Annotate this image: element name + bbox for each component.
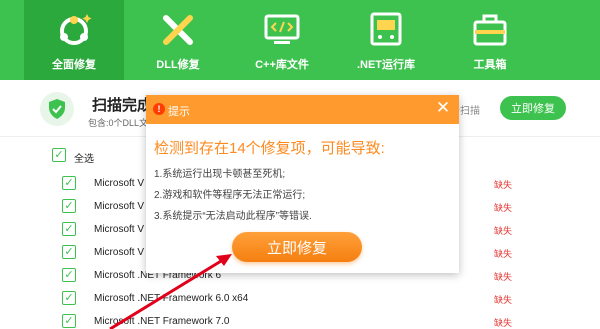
item-checkbox[interactable]: ✓ bbox=[62, 222, 76, 236]
close-icon[interactable]: ✕ bbox=[435, 99, 451, 116]
select-all-checkbox[interactable]: ✓ bbox=[52, 148, 66, 162]
item-checkbox[interactable]: ✓ bbox=[62, 199, 76, 213]
list-item[interactable]: ✓ Microsoft .NET Framework 6.0 x64 缺失 bbox=[0, 287, 600, 311]
dialog-header: ! 提示 ✕ bbox=[146, 95, 459, 124]
item-status: 缺失 bbox=[494, 203, 513, 213]
dialog-reason: 3.系统提示“无法启动此程序”等错误. bbox=[154, 211, 312, 222]
tab-label: .NET运行库 bbox=[356, 59, 416, 71]
warning-icon: ! bbox=[153, 103, 165, 115]
dotnet-runtime-icon bbox=[366, 10, 406, 50]
dialog-reason: 2.游戏和软件等程序无法正常运行; bbox=[154, 190, 306, 201]
item-name: Microsoft V bbox=[94, 247, 145, 258]
item-status: 缺失 bbox=[494, 180, 513, 190]
dialog-headline: 检测到存在14个修复项，可能导致: bbox=[154, 140, 385, 157]
fix-now-button-top[interactable]: 立即修复 bbox=[500, 96, 566, 120]
item-checkbox[interactable]: ✓ bbox=[62, 245, 76, 259]
top-nav-bar: 全面修复 DLL修复 C++库文件 .NET运行库 工具箱 bbox=[0, 0, 600, 80]
item-name: Microsoft V bbox=[94, 178, 145, 189]
repair-prompt-dialog: ! 提示 ✕ 检测到存在14个修复项，可能导致: 1.系统运行出现卡顿甚至死机;… bbox=[146, 95, 459, 273]
tab-dll-repair[interactable]: DLL修复 bbox=[128, 0, 228, 80]
scan-status-title: 扫描完成 bbox=[92, 97, 153, 114]
tab-full-repair[interactable]: 全面修复 bbox=[24, 0, 124, 80]
item-status: 缺失 bbox=[494, 272, 513, 282]
dialog-reason: 1.系统运行出现卡顿甚至死机; bbox=[154, 169, 286, 180]
fix-now-button[interactable]: 立即修复 bbox=[232, 232, 362, 262]
item-name: Microsoft V bbox=[94, 201, 145, 212]
list-item[interactable]: ✓ Microsoft .NET Framework 7.0 缺失 bbox=[0, 310, 600, 329]
item-name: Microsoft .NET Framework 7.0 bbox=[94, 316, 230, 327]
select-all-label: 全选 bbox=[74, 154, 94, 165]
tab-label: DLL修复 bbox=[156, 59, 200, 71]
cpp-library-icon bbox=[262, 10, 302, 50]
item-checkbox[interactable]: ✓ bbox=[62, 176, 76, 190]
toolbox-icon bbox=[470, 10, 510, 50]
item-status: 缺失 bbox=[494, 318, 513, 328]
item-status: 缺失 bbox=[494, 226, 513, 236]
item-checkbox[interactable]: ✓ bbox=[62, 291, 76, 305]
item-checkbox[interactable]: ✓ bbox=[62, 314, 76, 328]
full-repair-icon bbox=[54, 10, 94, 50]
dialog-title: 提示 bbox=[168, 106, 190, 118]
tab-label: C++库文件 bbox=[255, 59, 309, 71]
item-status: 缺失 bbox=[494, 249, 513, 259]
item-name: Microsoft V bbox=[94, 224, 145, 235]
tab-toolbox[interactable]: 工具箱 bbox=[440, 0, 540, 80]
item-checkbox[interactable]: ✓ bbox=[62, 268, 76, 282]
tab-label: 全面修复 bbox=[52, 59, 96, 71]
shield-check-icon bbox=[40, 92, 74, 126]
item-name: Microsoft .NET Framework 6.0 x64 bbox=[94, 293, 249, 304]
tab-label: 工具箱 bbox=[473, 59, 507, 71]
item-status: 缺失 bbox=[494, 295, 513, 305]
scan-status-subtitle: 包含:0个DLL文 bbox=[88, 118, 149, 128]
tab-dotnet-runtime[interactable]: .NET运行库 bbox=[336, 0, 436, 80]
tab-cpp-library[interactable]: C++库文件 bbox=[232, 0, 332, 80]
dll-repair-icon bbox=[158, 10, 198, 50]
